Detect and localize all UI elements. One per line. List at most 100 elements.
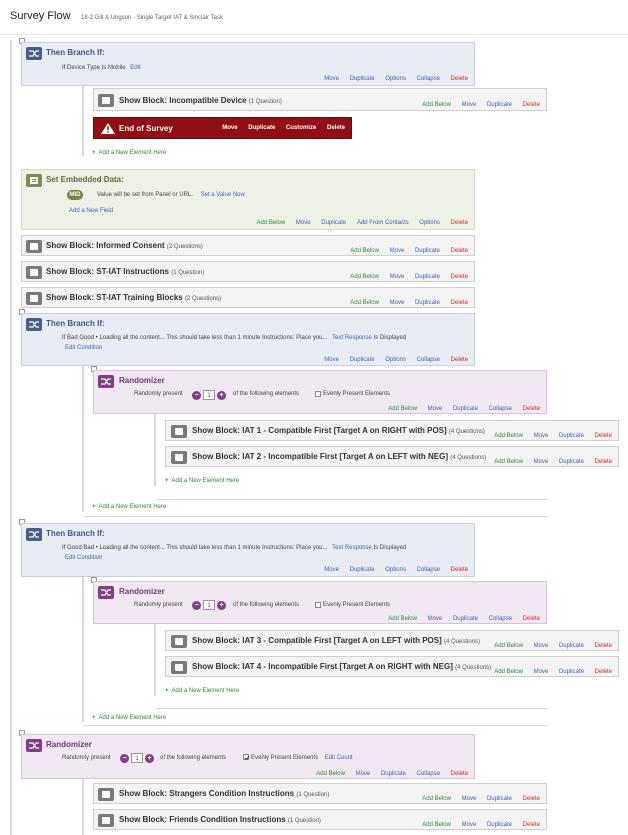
delete-link[interactable]: Delete bbox=[523, 102, 540, 108]
delete-link[interactable]: Delete bbox=[595, 433, 612, 439]
add-new-field-link[interactable]: Add a New Field bbox=[69, 208, 113, 214]
add-below-link[interactable]: Add Below bbox=[494, 643, 523, 649]
add-new-element-link[interactable]: + Add a New Element Here bbox=[92, 150, 166, 156]
duplicate-link[interactable]: Duplicate bbox=[559, 669, 584, 675]
duplicate-link[interactable]: Duplicate bbox=[559, 459, 584, 465]
move-link[interactable]: Move bbox=[534, 433, 549, 439]
duplicate-link[interactable]: Duplicate bbox=[453, 406, 478, 412]
delete-link[interactable]: Delete bbox=[451, 771, 468, 777]
duplicate-link[interactable]: Duplicate bbox=[559, 643, 584, 649]
add-new-element-link[interactable]: + Add a New Element Here bbox=[165, 478, 239, 484]
evenly-present-checkbox[interactable] bbox=[243, 754, 250, 761]
move-link[interactable]: Move bbox=[390, 274, 405, 280]
duplicate-link[interactable]: Duplicate bbox=[381, 771, 406, 777]
delete-link[interactable]: Delete bbox=[595, 669, 612, 675]
add-new-element-link[interactable]: + Add a New Element Here bbox=[92, 504, 166, 510]
move-link[interactable]: Move bbox=[296, 220, 311, 226]
move-link[interactable]: Move bbox=[222, 125, 237, 131]
duplicate-link[interactable]: Duplicate bbox=[487, 796, 512, 802]
add-below-link[interactable]: Add Below bbox=[422, 102, 451, 108]
add-below-link[interactable]: Add Below bbox=[494, 459, 523, 465]
duplicate-link[interactable]: Duplicate bbox=[487, 102, 512, 108]
collapse-link[interactable]: Collapse bbox=[417, 771, 440, 777]
delete-link[interactable]: Delete bbox=[523, 616, 540, 622]
text-response-link[interactable]: Text Response bbox=[332, 335, 372, 341]
delete-link[interactable]: Delete bbox=[451, 274, 468, 280]
duplicate-link[interactable]: Duplicate bbox=[350, 76, 375, 82]
duplicate-link[interactable]: Duplicate bbox=[487, 822, 512, 828]
duplicate-link[interactable]: Duplicate bbox=[248, 125, 275, 131]
delete-link[interactable]: Delete bbox=[523, 822, 540, 828]
delete-link[interactable]: Delete bbox=[523, 406, 540, 412]
add-below-link[interactable]: Add Below bbox=[422, 822, 451, 828]
delete-link[interactable]: Delete bbox=[451, 220, 468, 226]
duplicate-link[interactable]: Duplicate bbox=[415, 274, 440, 280]
add-below-link[interactable]: Add Below bbox=[494, 669, 523, 675]
add-below-link[interactable]: Add Below bbox=[388, 616, 417, 622]
text-response-link[interactable]: Text Response bbox=[332, 545, 372, 551]
move-link[interactable]: Move bbox=[428, 616, 443, 622]
count-input[interactable]: 1 bbox=[203, 390, 215, 400]
options-link[interactable]: Options bbox=[385, 567, 406, 573]
add-new-element-link[interactable]: + Add a New Element Here bbox=[92, 715, 166, 721]
add-below-link[interactable]: Add Below bbox=[350, 274, 379, 280]
count-input[interactable]: 1 bbox=[131, 753, 143, 763]
duplicate-link[interactable]: Duplicate bbox=[350, 567, 375, 573]
options-link[interactable]: Options bbox=[419, 220, 440, 226]
options-link[interactable]: Options bbox=[385, 357, 406, 363]
delete-link[interactable]: Delete bbox=[451, 357, 468, 363]
duplicate-link[interactable]: Duplicate bbox=[415, 300, 440, 306]
move-link[interactable]: Move bbox=[356, 771, 371, 777]
add-new-element-link[interactable]: + Add a New Element Here bbox=[165, 688, 239, 694]
delete-link[interactable]: Delete bbox=[595, 643, 612, 649]
options-link[interactable]: Options bbox=[385, 76, 406, 82]
delete-link[interactable]: Delete bbox=[451, 248, 468, 254]
move-link[interactable]: Move bbox=[390, 248, 405, 254]
delete-link[interactable]: Delete bbox=[451, 300, 468, 306]
set-a-value-link[interactable]: Set a Value Now bbox=[201, 192, 245, 198]
move-link[interactable]: Move bbox=[324, 76, 339, 82]
collapse-link[interactable]: Collapse bbox=[417, 357, 440, 363]
add-below-link[interactable]: Add Below bbox=[494, 433, 523, 439]
duplicate-link[interactable]: Duplicate bbox=[350, 357, 375, 363]
increment-button[interactable]: + bbox=[217, 390, 226, 400]
increment-button[interactable]: + bbox=[217, 600, 226, 610]
duplicate-link[interactable]: Duplicate bbox=[559, 433, 584, 439]
move-link[interactable]: Move bbox=[324, 357, 339, 363]
move-link[interactable]: Move bbox=[462, 102, 477, 108]
decrement-button[interactable]: − bbox=[120, 753, 129, 763]
add-below-link[interactable]: Add Below bbox=[350, 248, 379, 254]
duplicate-link[interactable]: Duplicate bbox=[321, 220, 346, 226]
add-below-link[interactable]: Add Below bbox=[388, 406, 417, 412]
customize-link[interactable]: Customize bbox=[286, 125, 316, 131]
decrement-button[interactable]: − bbox=[192, 600, 201, 610]
collapse-link[interactable]: Collapse bbox=[417, 76, 440, 82]
edit-condition-link[interactable]: Edit Condition bbox=[65, 555, 102, 561]
delete-link[interactable]: Delete bbox=[451, 567, 468, 573]
add-below-link[interactable]: Add Below bbox=[350, 300, 379, 306]
move-link[interactable]: Move bbox=[390, 300, 405, 306]
add-below-link[interactable]: Add Below bbox=[257, 220, 286, 226]
duplicate-link[interactable]: Duplicate bbox=[453, 616, 478, 622]
edit-count-link[interactable]: Edit Count bbox=[325, 755, 353, 761]
delete-link[interactable]: Delete bbox=[523, 796, 540, 802]
delete-link[interactable]: Delete bbox=[327, 125, 345, 131]
add-below-link[interactable]: Add Below bbox=[422, 796, 451, 802]
move-link[interactable]: Move bbox=[324, 567, 339, 573]
count-input[interactable]: 1 bbox=[203, 600, 215, 610]
move-link[interactable]: Move bbox=[534, 459, 549, 465]
decrement-button[interactable]: − bbox=[192, 390, 201, 400]
move-link[interactable]: Move bbox=[428, 406, 443, 412]
collapse-link[interactable]: Collapse bbox=[489, 406, 512, 412]
evenly-present-checkbox[interactable] bbox=[315, 391, 321, 397]
increment-button[interactable]: + bbox=[145, 753, 154, 763]
duplicate-link[interactable]: Duplicate bbox=[415, 248, 440, 254]
move-link[interactable]: Move bbox=[462, 822, 477, 828]
collapse-link[interactable]: Collapse bbox=[489, 616, 512, 622]
evenly-present-checkbox[interactable] bbox=[315, 602, 321, 608]
delete-link[interactable]: Delete bbox=[595, 459, 612, 465]
add-from-contacts-link[interactable]: Add From Contacts bbox=[357, 220, 409, 226]
move-link[interactable]: Move bbox=[534, 643, 549, 649]
move-link[interactable]: Move bbox=[534, 669, 549, 675]
add-below-link[interactable]: Add Below bbox=[316, 771, 345, 777]
